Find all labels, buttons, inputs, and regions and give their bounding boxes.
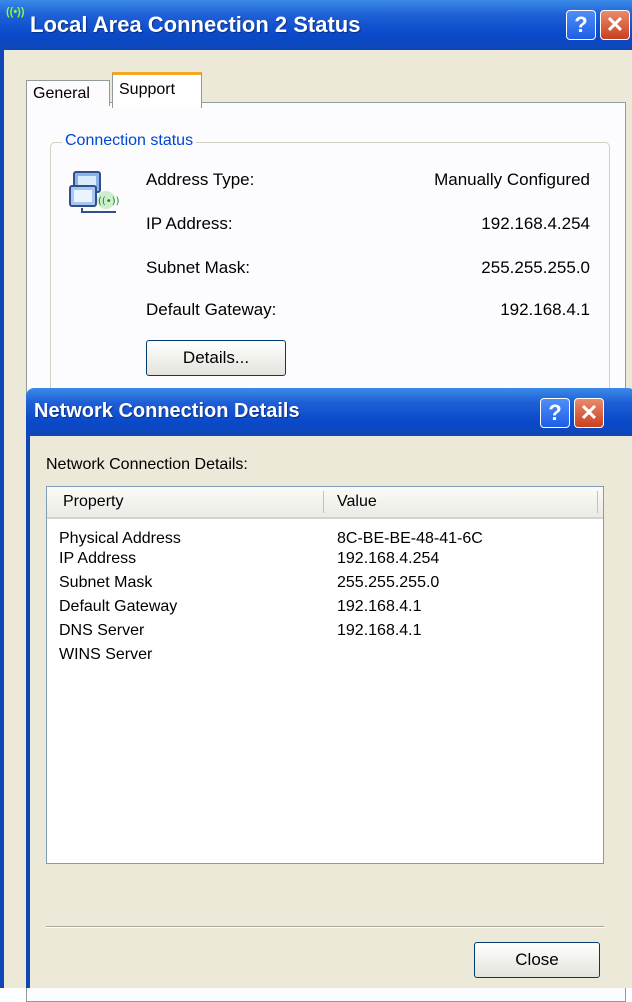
dialog-close-x-button[interactable]: ✕ [574, 398, 604, 428]
connection-status-title: Connection status [62, 132, 197, 150]
dialog-title: Network Connection Details [34, 400, 300, 422]
close-window-button[interactable]: ✕ [600, 10, 630, 40]
list-cell-property: IP Address [59, 550, 137, 567]
list-cell-value: 255.255.255.0 [337, 574, 440, 591]
details-list[interactable]: Property Value Physical Address 8C-BE-BE… [46, 486, 604, 864]
window-title: Local Area Connection 2 Status [30, 12, 361, 37]
tab-support[interactable]: Support [112, 72, 202, 108]
list-header: Property Value [47, 487, 603, 519]
list-cell-property: Physical Address [59, 530, 181, 547]
status-window-titlebar[interactable]: ((•)) Local Area Connection 2 Status ? ✕ [0, 0, 632, 50]
wireless-signal-icon: ((•)) [6, 6, 25, 18]
ip-address-label: IP Address: [146, 214, 233, 233]
address-type-value: Manually Configured [434, 170, 590, 189]
column-divider[interactable] [323, 491, 324, 513]
column-header-value[interactable]: Value [337, 487, 377, 517]
column-header-property[interactable]: Property [63, 487, 123, 517]
address-type-label: Address Type: [146, 170, 255, 189]
list-cell-property: WINS Server [59, 646, 153, 663]
list-cell-property: Default Gateway [59, 598, 178, 615]
default-gateway-label: Default Gateway: [146, 300, 277, 319]
svg-text:((•)): ((•)) [98, 196, 120, 207]
list-cell-property: Subnet Mask [59, 574, 153, 591]
column-divider[interactable] [597, 491, 598, 513]
list-cell-value: 192.168.4.1 [337, 598, 422, 615]
details-label: Network Connection Details: [46, 456, 248, 473]
tab-general[interactable]: General [26, 80, 110, 106]
network-connection-icon: ((•)) [69, 171, 120, 213]
details-button[interactable]: Details... [146, 340, 286, 376]
subnet-mask-label: Subnet Mask: [146, 258, 250, 277]
subnet-mask-value: 255.255.255.0 [481, 258, 590, 277]
default-gateway-value: 192.168.4.1 [500, 300, 590, 319]
ip-address-value: 192.168.4.254 [481, 214, 590, 233]
dialog-help-button[interactable]: ? [540, 398, 570, 428]
list-cell-value: 192.168.4.1 [337, 622, 422, 639]
list-cell-value: 192.168.4.254 [337, 550, 440, 567]
help-button[interactable]: ? [566, 10, 596, 40]
dialog-separator [46, 926, 604, 928]
close-button[interactable]: Close [474, 942, 600, 978]
list-cell-property: DNS Server [59, 622, 145, 639]
details-dialog-titlebar[interactable]: Network Connection Details ? ✕ [26, 388, 632, 436]
list-cell-value: 8C-BE-BE-48-41-6C [337, 530, 483, 547]
